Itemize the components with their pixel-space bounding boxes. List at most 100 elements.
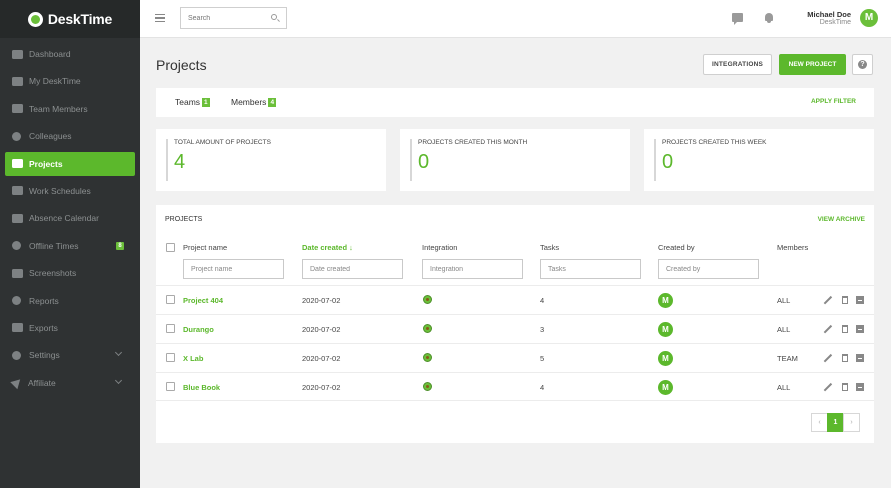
column-header-project-name[interactable]: Project name bbox=[183, 243, 227, 252]
apply-filter-link[interactable]: APPLY FILTER bbox=[811, 98, 856, 105]
users-icon bbox=[12, 104, 23, 114]
view-archive-link[interactable]: VIEW ARCHIVE bbox=[818, 216, 865, 223]
archive-icon[interactable] bbox=[856, 383, 864, 391]
project-name-link[interactable]: Durango bbox=[183, 325, 214, 334]
column-header-created-by[interactable]: Created by bbox=[658, 243, 695, 252]
integration-icon bbox=[423, 382, 432, 391]
table-row[interactable]: Project 404 2020-07-02 4 M ALL bbox=[156, 285, 874, 314]
desktime-logo[interactable]: DeskTime bbox=[0, 0, 140, 38]
top-bar: Michael Doe DeskTime M bbox=[140, 0, 891, 38]
teams-filter[interactable]: Teams 1 bbox=[175, 97, 210, 107]
sidebar-item-work-schedules[interactable]: Work Schedules bbox=[5, 179, 135, 203]
monitor-icon bbox=[12, 76, 23, 86]
sidebar-item-colleagues[interactable]: Colleagues bbox=[5, 124, 135, 148]
panel-title: PROJECTS bbox=[165, 216, 203, 223]
members-cell: ALL bbox=[777, 383, 791, 392]
delete-icon[interactable] bbox=[842, 296, 848, 304]
column-header-integration[interactable]: Integration bbox=[422, 243, 457, 252]
tasks-filter-input[interactable] bbox=[540, 259, 641, 279]
project-name-link[interactable]: X Lab bbox=[183, 354, 203, 363]
delete-icon[interactable] bbox=[842, 325, 848, 333]
sidebar-item-label: Colleagues bbox=[29, 131, 72, 142]
edit-icon[interactable] bbox=[823, 382, 832, 392]
project-name-link[interactable]: Project 404 bbox=[183, 296, 223, 305]
user-name[interactable]: Michael Doe bbox=[807, 10, 851, 19]
stat-projects-this-month: PROJECTS CREATED THIS MONTH 0 bbox=[400, 129, 630, 191]
edit-icon[interactable] bbox=[823, 295, 832, 305]
teams-label: Teams bbox=[175, 97, 201, 107]
folder-icon bbox=[12, 159, 23, 169]
delete-icon[interactable] bbox=[842, 354, 848, 362]
delete-icon[interactable] bbox=[842, 383, 848, 391]
stat-label: PROJECTS CREATED THIS WEEK bbox=[662, 139, 767, 146]
sidebar-item-screenshots[interactable]: Screenshots bbox=[5, 261, 135, 285]
row-checkbox[interactable] bbox=[166, 382, 175, 391]
date-created-cell: 2020-07-02 bbox=[302, 325, 341, 334]
archive-icon[interactable] bbox=[856, 354, 864, 362]
row-checkbox[interactable] bbox=[166, 295, 175, 304]
sidebar-item-label: Dashboard bbox=[29, 49, 71, 59]
sidebar-item-exports[interactable]: Exports bbox=[5, 316, 135, 340]
new-project-button[interactable]: NEW PROJECT bbox=[779, 54, 846, 75]
row-checkbox[interactable] bbox=[166, 353, 175, 362]
sidebar-item-label: Absence Calendar bbox=[29, 213, 99, 224]
project-name-link[interactable]: Blue Book bbox=[183, 383, 220, 392]
creator-avatar: M bbox=[658, 293, 673, 308]
send-icon bbox=[10, 375, 24, 390]
sidebar-item-label: My DeskTime bbox=[29, 76, 81, 87]
pagination-prev-button[interactable]: ‹ bbox=[811, 413, 828, 432]
date-created-cell: 2020-07-02 bbox=[302, 354, 341, 363]
help-button[interactable]: ? bbox=[852, 54, 873, 75]
select-all-checkbox[interactable] bbox=[166, 243, 175, 252]
sidebar-item-dashboard[interactable]: Dashboard bbox=[5, 42, 135, 66]
pagination-next-button[interactable]: › bbox=[843, 413, 860, 432]
edit-icon[interactable] bbox=[823, 324, 832, 334]
avatar[interactable]: M bbox=[860, 9, 878, 27]
table-row[interactable]: X Lab 2020-07-02 5 M TEAM bbox=[156, 343, 874, 372]
chat-icon[interactable] bbox=[732, 13, 743, 25]
chevron-down-icon bbox=[114, 376, 123, 384]
search-input[interactable] bbox=[181, 8, 261, 28]
sidebar-item-label: Work Schedules bbox=[29, 185, 91, 196]
sidebar-item-projects[interactable]: Projects bbox=[5, 151, 135, 176]
teams-count-badge: 1 bbox=[202, 97, 210, 107]
column-header-members: Members bbox=[777, 243, 809, 252]
table-row[interactable]: Durango 2020-07-02 3 M ALL bbox=[156, 314, 874, 343]
sidebar-item-team-members[interactable]: Team Members bbox=[5, 97, 135, 121]
members-count-badge: 4 bbox=[268, 97, 277, 107]
sidebar-item-offline-times[interactable]: Offline Times 8 bbox=[5, 234, 135, 258]
sidebar-item-my-desktime[interactable]: My DeskTime bbox=[5, 69, 135, 93]
sidebar: DeskTime Dashboard My DeskTime Team Memb… bbox=[0, 0, 140, 488]
menu-icon[interactable] bbox=[155, 14, 165, 22]
help-icon: ? bbox=[858, 60, 867, 69]
integrations-button[interactable]: INTEGRATIONS bbox=[703, 54, 772, 75]
row-checkbox[interactable] bbox=[166, 324, 175, 333]
gear-icon bbox=[12, 350, 21, 360]
column-header-date-created[interactable]: Date created ↓ bbox=[302, 243, 353, 252]
date-created-filter-input[interactable] bbox=[302, 259, 403, 279]
archive-icon[interactable] bbox=[856, 296, 864, 304]
members-filter[interactable]: Members 4 bbox=[231, 97, 277, 107]
archive-icon[interactable] bbox=[856, 325, 864, 333]
edit-icon[interactable] bbox=[823, 353, 832, 363]
created-by-filter-input[interactable] bbox=[658, 259, 759, 279]
user-icon bbox=[12, 131, 21, 141]
bell-icon[interactable] bbox=[765, 13, 773, 23]
table-row[interactable]: Blue Book 2020-07-02 4 M ALL bbox=[156, 372, 874, 401]
members-cell: TEAM bbox=[777, 354, 798, 363]
search-icon[interactable] bbox=[271, 14, 277, 20]
sidebar-item-reports[interactable]: Reports bbox=[5, 289, 135, 313]
sidebar-item-absence-calendar[interactable]: Absence Calendar bbox=[5, 206, 135, 230]
logo-text: DeskTime bbox=[47, 11, 113, 27]
integration-icon bbox=[423, 353, 432, 362]
sidebar-item-affiliate[interactable]: Affiliate bbox=[5, 371, 135, 395]
search-box bbox=[180, 7, 287, 29]
column-header-tasks[interactable]: Tasks bbox=[540, 243, 559, 252]
tasks-cell: 4 bbox=[540, 296, 545, 305]
project-name-filter-input[interactable] bbox=[183, 259, 284, 279]
stat-projects-this-week: PROJECTS CREATED THIS WEEK 0 bbox=[644, 129, 874, 191]
pagination-page-button[interactable]: 1 bbox=[827, 413, 844, 432]
sidebar-item-settings[interactable]: Settings bbox=[5, 343, 135, 367]
members-label: Members bbox=[231, 97, 267, 107]
integration-filter-input[interactable] bbox=[422, 259, 523, 279]
